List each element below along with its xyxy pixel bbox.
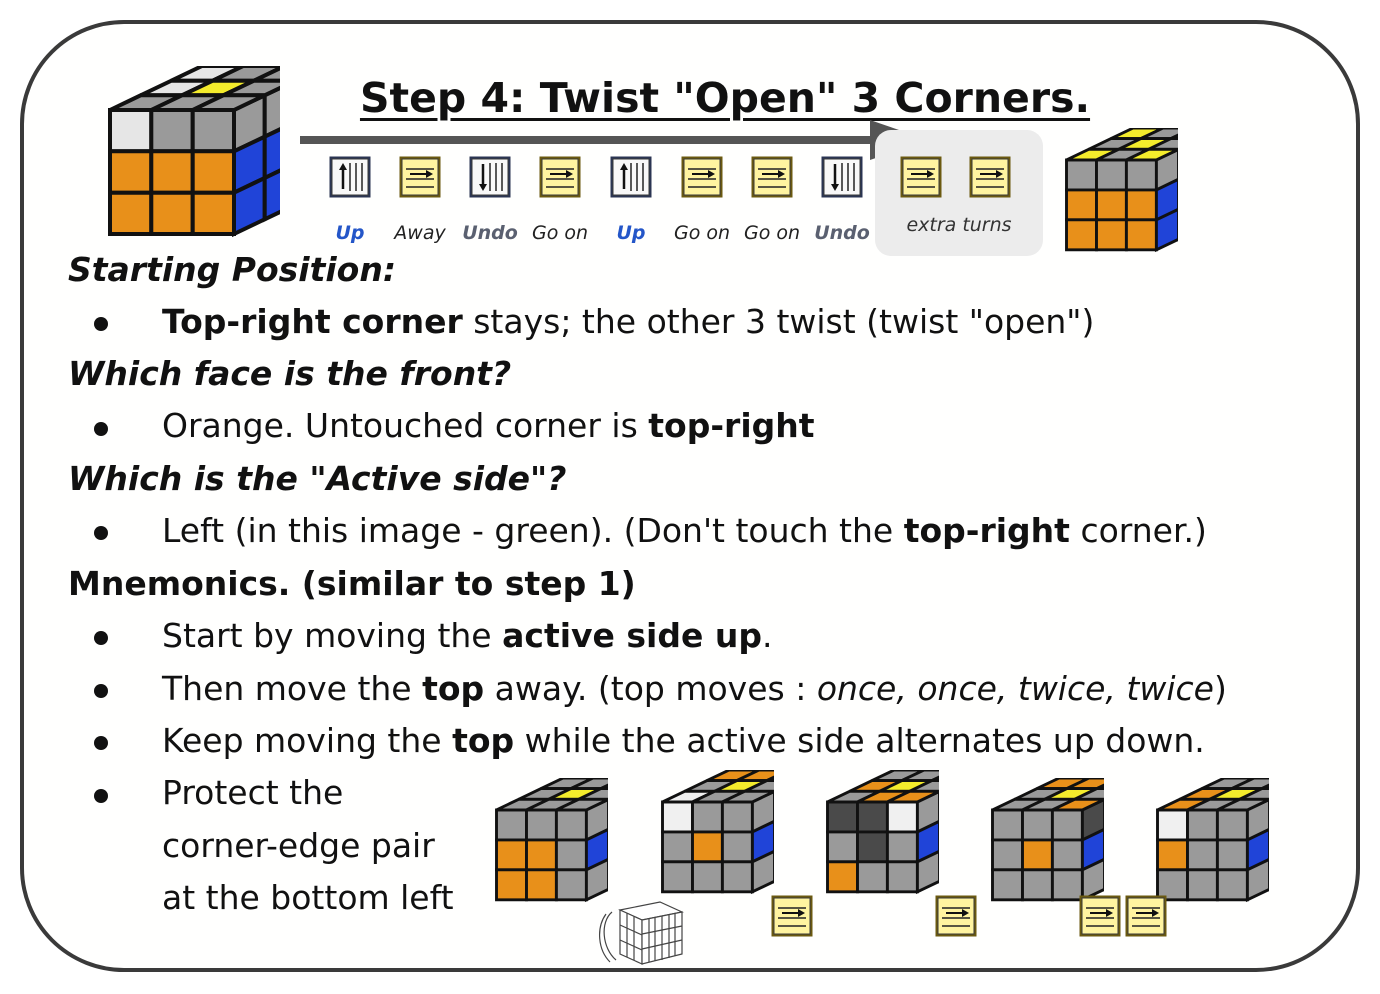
bullet-dot xyxy=(94,422,108,436)
up-icon xyxy=(328,155,372,199)
result-cube xyxy=(1065,128,1178,253)
up-icon xyxy=(609,155,653,199)
bullet-dot xyxy=(94,631,108,645)
bold-text: top xyxy=(422,669,485,708)
undo-icon xyxy=(820,155,864,199)
page-title: Step 4: Twist "Open" 3 Corners. xyxy=(359,74,1091,122)
front-bullet: Orange. Untouched corner is top-right xyxy=(162,406,815,445)
away-icon xyxy=(1124,894,1168,938)
away-icon xyxy=(1078,894,1122,938)
bullet-dot xyxy=(94,317,108,331)
text: corner.) xyxy=(1069,511,1207,550)
move-label: Away xyxy=(394,222,446,244)
extra-turns-label: extra turns xyxy=(906,214,1012,236)
text: . xyxy=(761,616,773,655)
text: ) xyxy=(1213,669,1227,708)
text: Orange. Untouched corner is xyxy=(162,406,649,445)
move-label: Undo xyxy=(462,222,518,244)
sequence-cube-3 xyxy=(826,770,939,895)
protect-line-3: at the bottom left xyxy=(162,878,454,917)
move-label: Up xyxy=(616,222,646,244)
text: away. (top moves : xyxy=(484,669,817,708)
mnemonic-bullet-1: Start by moving the active side up. xyxy=(162,616,772,655)
move-label: Undo xyxy=(814,222,870,244)
starting-cube xyxy=(108,66,280,238)
away-icon xyxy=(770,894,814,938)
sequence-cube-5 xyxy=(1156,778,1269,903)
move-label: Go on xyxy=(743,222,801,244)
bullet-dot xyxy=(94,684,108,698)
text: while the active side alternates up down… xyxy=(514,721,1205,760)
move-label: Go on xyxy=(531,222,589,244)
bold-text: top-right xyxy=(648,406,815,445)
undo-icon xyxy=(468,155,512,199)
bold-text: Top-right corner xyxy=(162,302,463,341)
active-bullet: Left (in this image - green). (Don't tou… xyxy=(162,511,1207,550)
move-label: Up xyxy=(335,222,365,244)
away-icon xyxy=(968,155,1012,199)
bold-text: top xyxy=(452,721,515,760)
bullet-dot xyxy=(94,736,108,750)
protect-line-1: Protect the xyxy=(162,773,344,812)
bold-text: active side up xyxy=(502,616,762,655)
move-label: Go on xyxy=(673,222,731,244)
text: Keep moving the xyxy=(162,721,453,760)
bold-text: top-right xyxy=(903,511,1070,550)
front-heading: Which face is the front? xyxy=(68,354,512,393)
sequence-cube-4 xyxy=(991,778,1104,903)
italic-text: once, once, twice, twice xyxy=(816,669,1214,708)
text: Start by moving the xyxy=(162,616,503,655)
mnemonic-bullet-3: Keep moving the top while the active sid… xyxy=(162,721,1205,760)
away-icon xyxy=(398,155,442,199)
rotate-left-icon xyxy=(599,901,684,965)
starting-heading: Starting Position: xyxy=(68,250,397,289)
starting-bullet: Top-right corner stays; the other 3 twis… xyxy=(162,302,1094,341)
text: Then move the xyxy=(162,669,423,708)
bullet-dot xyxy=(94,789,108,803)
sequence-cube-1 xyxy=(495,778,608,903)
away-icon xyxy=(899,155,943,199)
away-icon xyxy=(934,894,978,938)
mnemonics-heading: Mnemonics. (similar to step 1) xyxy=(68,564,636,603)
text: Left (in this image - green). (Don't tou… xyxy=(162,511,904,550)
bullet-dot xyxy=(94,526,108,540)
protect-line-2: corner-edge pair xyxy=(162,826,435,865)
active-heading: Which is the "Active side"? xyxy=(68,459,567,498)
away-icon xyxy=(750,155,794,199)
away-icon xyxy=(538,155,582,199)
away-icon xyxy=(680,155,724,199)
mnemonic-bullet-2: Then move the top away. (top moves : onc… xyxy=(162,669,1227,708)
text: stays; the other 3 twist (twist "open") xyxy=(462,302,1095,341)
sequence-cube-2 xyxy=(661,770,774,895)
